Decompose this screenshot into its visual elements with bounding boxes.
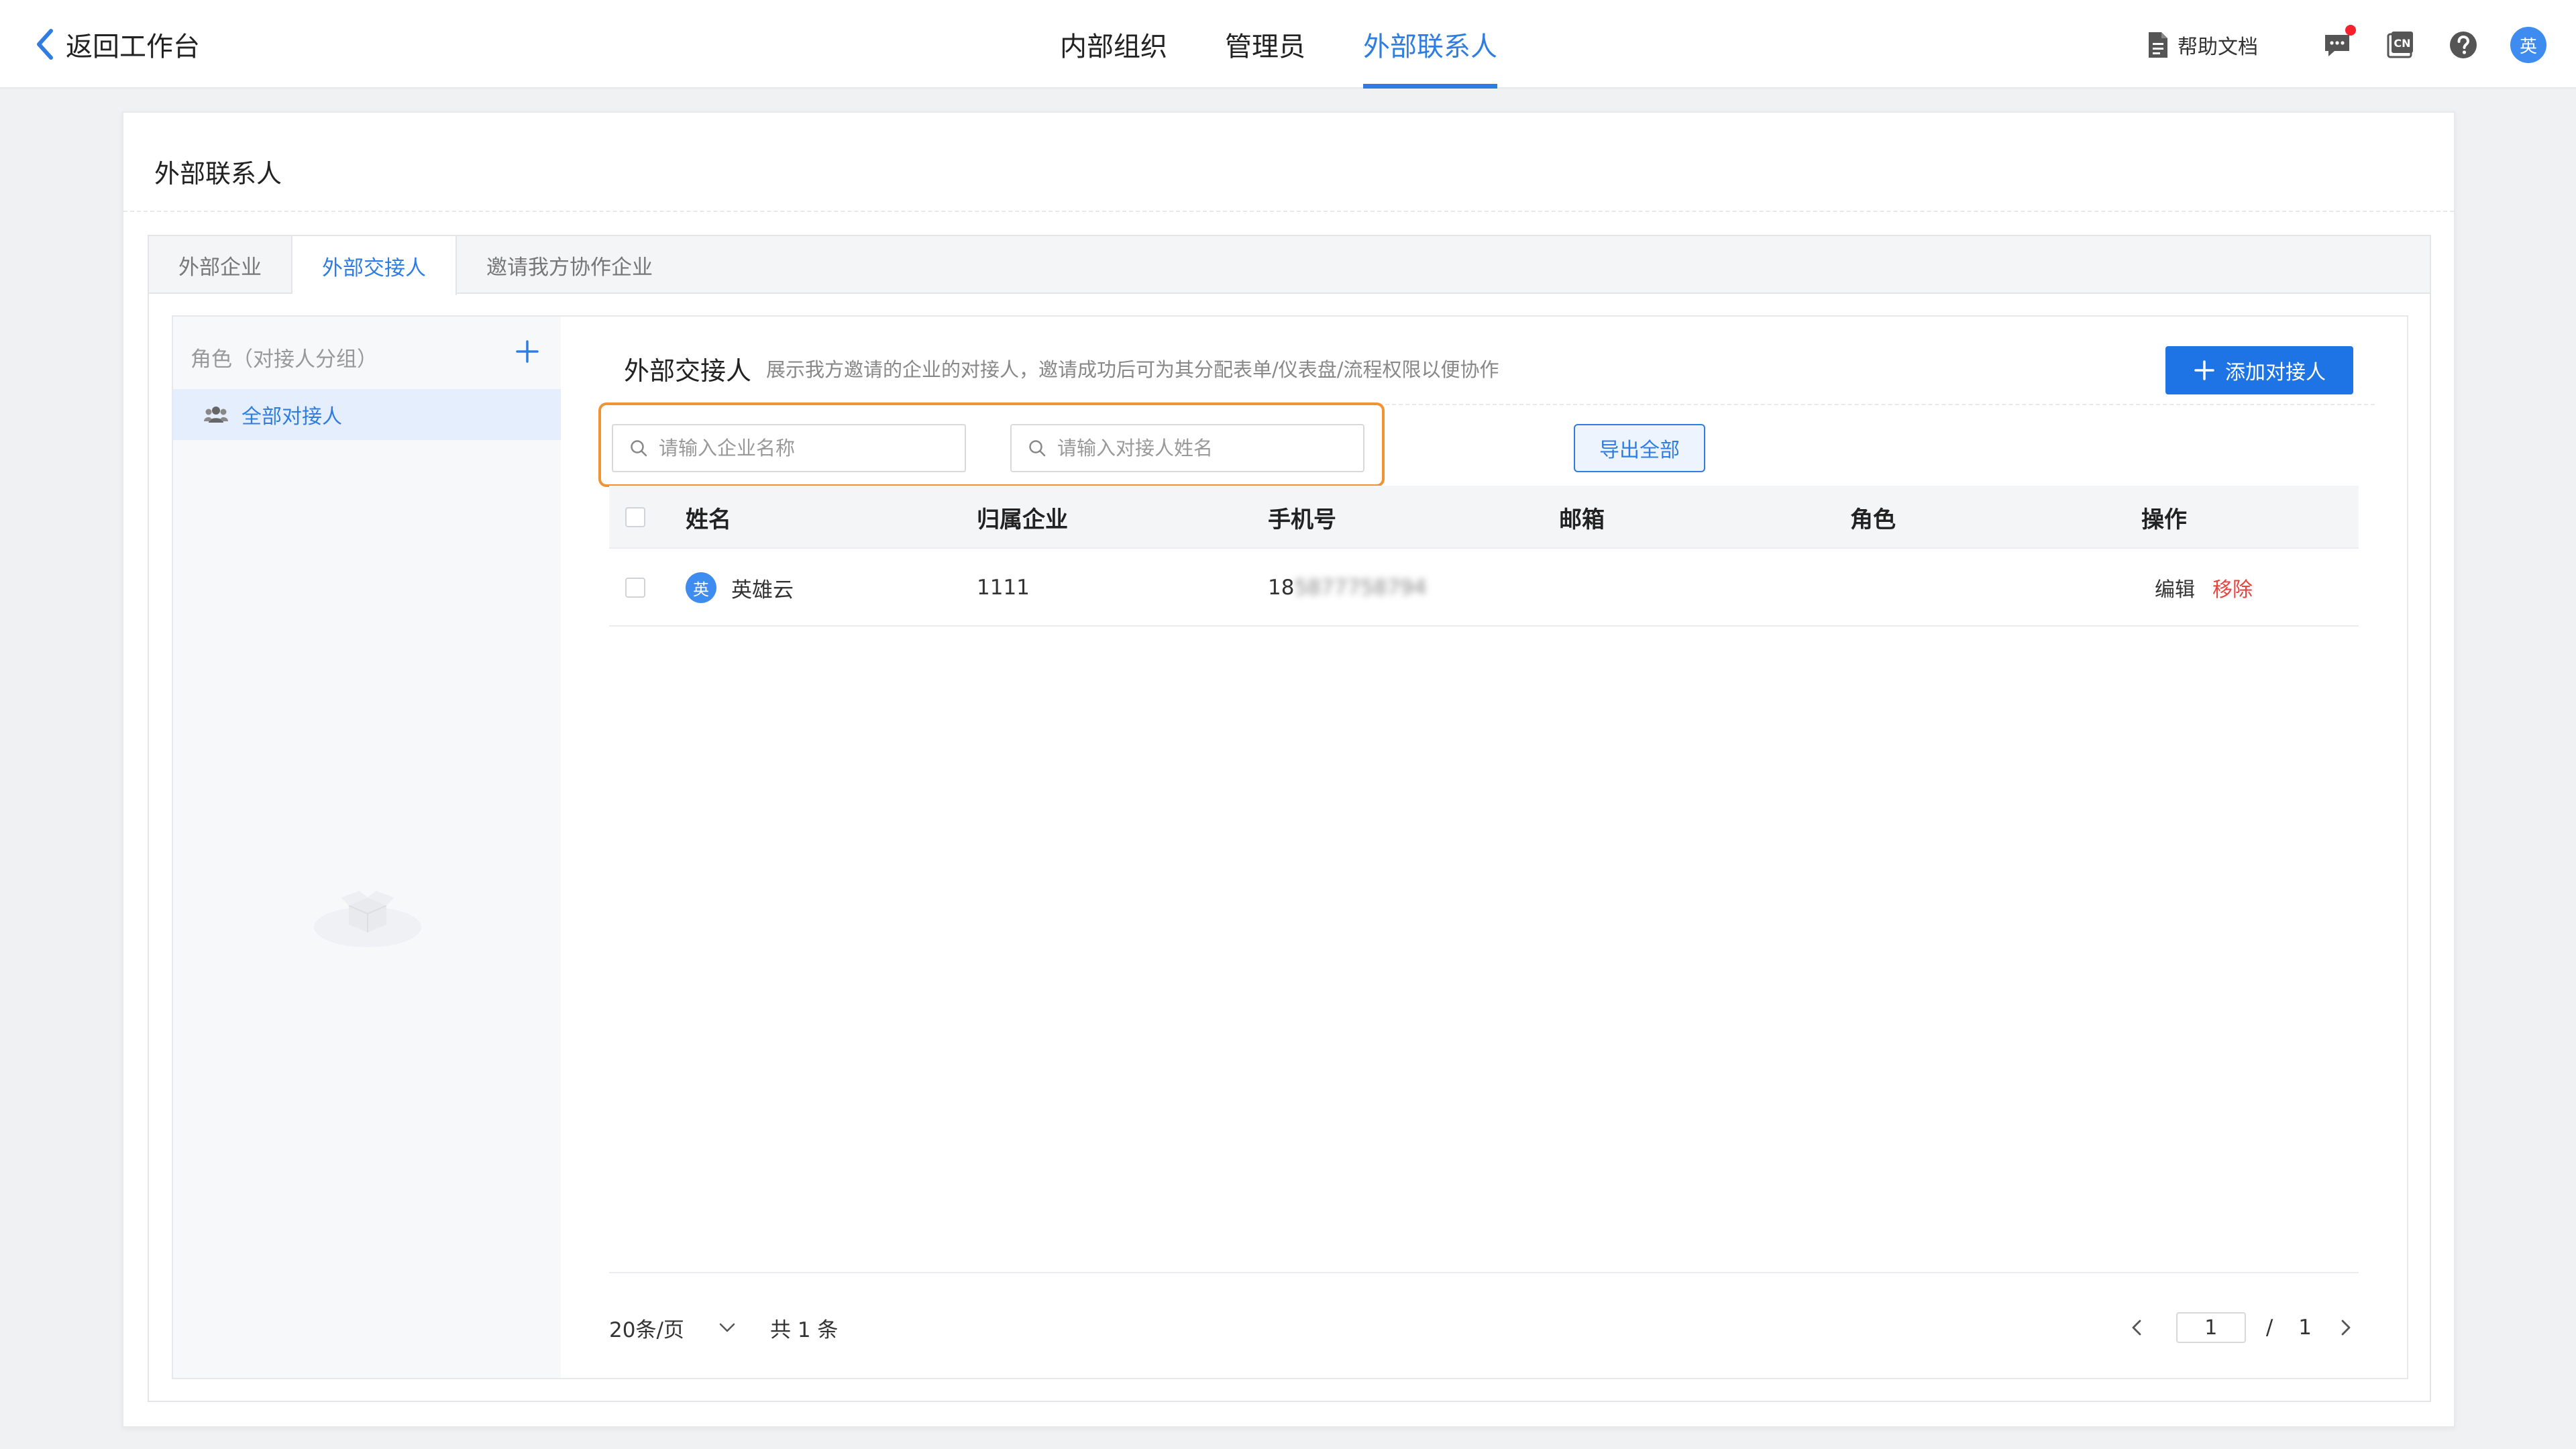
- next-page-icon[interactable]: [2332, 1314, 2359, 1341]
- help-button[interactable]: [2447, 29, 2479, 61]
- tab-bar: 外部企业 外部交接人 邀请我方协作企业: [149, 236, 2430, 295]
- back-label: 返回工作台: [66, 32, 200, 62]
- company-search-field[interactable]: [612, 424, 966, 472]
- role-sidebar: 角色（对接人分组） 全部对接人: [173, 317, 561, 1378]
- back-to-workbench-button[interactable]: 返回工作台: [34, 24, 200, 64]
- table-row: 英 英雄云 1111 18 5877758794 编辑 移除: [609, 549, 2359, 627]
- page-navigator: 1 / 1: [2124, 1303, 2359, 1352]
- nav-internal-org[interactable]: 内部组织: [1060, 0, 1167, 89]
- question-circle-icon: [2450, 32, 2477, 58]
- role-group-header: 角色（对接人分组）: [191, 347, 378, 372]
- top-bar: 返回工作台 内部组织 管理员 外部联系人 帮助文档 CN 英: [0, 0, 2576, 89]
- chevron-down-icon: [719, 1323, 735, 1332]
- company-search-input[interactable]: [659, 437, 954, 460]
- language-button[interactable]: CN: [2384, 29, 2416, 61]
- nav-admins[interactable]: 管理员: [1225, 0, 1305, 89]
- column-header-name: 姓名: [686, 506, 731, 533]
- tab-external-companies[interactable]: 外部企业: [149, 236, 292, 294]
- column-header-role: 角色: [1850, 506, 1896, 533]
- svg-text:CN: CN: [2394, 37, 2410, 50]
- document-icon: [2149, 32, 2167, 58]
- page-separator: /: [2265, 1316, 2273, 1340]
- page-size-select[interactable]: 20条/页: [609, 1303, 737, 1352]
- tab-external-handover[interactable]: 外部交接人: [292, 236, 457, 295]
- chevron-left-icon: [37, 29, 53, 60]
- empty-box-illustration-icon: [314, 891, 421, 947]
- search-icon: [631, 440, 647, 457]
- footer-divider: [609, 1272, 2359, 1273]
- cell-phone: 18 5877758794: [1268, 549, 1427, 627]
- language-cn-icon: CN: [2387, 32, 2413, 58]
- contact-search-input[interactable]: [1057, 437, 1352, 460]
- table-header: 姓名 归属企业 手机号 邮箱 角色 操作: [609, 486, 2359, 549]
- column-header-phone: 手机号: [1268, 506, 1336, 533]
- cell-company: 1111: [977, 576, 1030, 600]
- search-icon: [1029, 440, 1046, 457]
- pagination-bar: 20条/页 共 1 条 1 / 1: [609, 1303, 2359, 1352]
- users-group-icon: [204, 407, 228, 423]
- notification-dot: [2345, 25, 2356, 36]
- add-contact-button[interactable]: 添加对接人: [2165, 346, 2353, 394]
- nav-external-contacts[interactable]: 外部联系人: [1363, 0, 1497, 89]
- phone-prefix: 18: [1268, 576, 1295, 600]
- tab-content-panel: 角色（对接人分组） 全部对接人 外部交接人 展示我方邀请的企业的对接人，邀请成功…: [172, 315, 2408, 1379]
- sidebar-item-label: 全部对接人: [241, 405, 342, 429]
- add-role-icon[interactable]: [514, 338, 541, 365]
- remove-link[interactable]: 移除: [2212, 573, 2253, 602]
- current-page-input[interactable]: 1: [2176, 1312, 2246, 1343]
- help-docs-button[interactable]: 帮助文档: [2147, 30, 2258, 60]
- main-card: 外部联系人 外部企业 外部交接人 邀请我方协作企业 角色（对接人分组） 全部对接…: [122, 111, 2455, 1428]
- title-divider: [123, 211, 2454, 212]
- export-all-button[interactable]: 导出全部: [1574, 424, 1705, 472]
- row-checkbox[interactable]: [625, 578, 645, 598]
- select-all-checkbox[interactable]: [625, 507, 645, 527]
- phone-hidden-digits: 5877758794: [1294, 576, 1427, 600]
- contact-search-field[interactable]: [1010, 424, 1364, 472]
- add-contact-label: 添加对接人: [2225, 361, 2326, 384]
- contact-name: 英雄云: [731, 578, 794, 602]
- cell-name: 英 英雄云: [686, 549, 794, 627]
- contact-avatar: 英: [686, 572, 716, 603]
- contacts-content: 外部交接人 展示我方邀请的企业的对接人，邀请成功后可为其分配表单/仪表盘/流程权…: [561, 317, 2407, 1378]
- total-pages: 1: [2298, 1316, 2312, 1340]
- section-description: 展示我方邀请的企业的对接人，邀请成功后可为其分配表单/仪表盘/流程权限以便协作: [766, 358, 1499, 381]
- total-count: 共 1 条: [770, 1318, 839, 1342]
- column-header-company: 归属企业: [977, 506, 1068, 533]
- column-header-email: 邮箱: [1559, 506, 1605, 533]
- section-title: 外部交接人: [624, 356, 752, 386]
- messages-button[interactable]: [2321, 25, 2356, 61]
- edit-link[interactable]: 编辑: [2155, 573, 2195, 602]
- plus-icon: [2194, 360, 2214, 380]
- column-header-actions: 操作: [2141, 506, 2187, 533]
- page-size-label: 20条/页: [609, 1318, 684, 1342]
- help-docs-label: 帮助文档: [2178, 36, 2258, 59]
- sidebar-item-all-contacts[interactable]: 全部对接人: [173, 389, 561, 440]
- cell-actions: 编辑 移除: [2155, 549, 2253, 627]
- page-title: 外部联系人: [154, 159, 282, 189]
- prev-page-icon[interactable]: [2124, 1314, 2151, 1341]
- tabs-container: 外部企业 外部交接人 邀请我方协作企业 角色（对接人分组） 全部对接人 外部交接…: [148, 235, 2431, 1402]
- tab-invited-companies[interactable]: 邀请我方协作企业: [457, 236, 682, 294]
- toolbar: 帮助文档 CN 英: [2147, 25, 2546, 63]
- main-nav: 内部组织 管理员 外部联系人: [1060, 0, 1555, 89]
- user-avatar[interactable]: 英: [2510, 27, 2546, 63]
